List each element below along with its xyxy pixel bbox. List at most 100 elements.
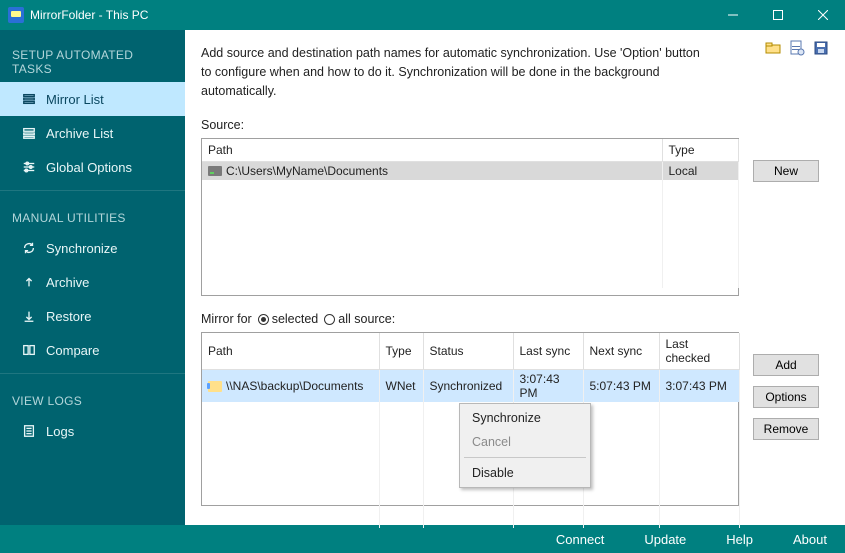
table-row[interactable] (202, 234, 738, 252)
description-text: Add source and destination path names fo… (201, 44, 711, 100)
compare-icon (22, 343, 46, 357)
radio-icon (324, 314, 335, 325)
app-icon (8, 7, 24, 23)
mirror-header-status[interactable]: Status (423, 333, 513, 370)
main-panel: Add source and destination path names fo… (185, 30, 845, 525)
close-icon (818, 10, 828, 20)
logs-icon (22, 424, 46, 438)
context-menu-cancel: Cancel (462, 430, 588, 454)
sidebar-item-synchronize[interactable]: Synchronize (0, 231, 185, 265)
sidebar-group-label: VIEW LOGS (0, 380, 185, 414)
status-connect[interactable]: Connect (556, 532, 604, 547)
mirror-status: Synchronized (423, 370, 513, 403)
status-about[interactable]: About (793, 532, 827, 547)
sidebar-group-label: MANUAL UTILITIES (0, 197, 185, 231)
context-menu: Synchronize Cancel Disable (459, 403, 591, 488)
network-folder-icon (208, 381, 222, 392)
save-icon[interactable] (813, 40, 829, 56)
source-label: Source: (201, 118, 829, 132)
sidebar-item-label: Mirror List (46, 92, 104, 107)
radio-all-label: all source: (338, 312, 395, 326)
sliders-icon (22, 160, 46, 174)
options-button[interactable]: Options (753, 386, 819, 408)
table-row[interactable] (202, 270, 738, 288)
source-row[interactable]: C:\Users\MyName\Documents Local (202, 162, 738, 181)
source-buttons: New (753, 160, 819, 182)
close-button[interactable] (800, 0, 845, 30)
archive-list-icon (22, 126, 46, 140)
mirror-type: WNet (379, 370, 423, 403)
source-type: Local (662, 162, 738, 181)
window-controls (710, 0, 845, 30)
sidebar-item-label: Synchronize (46, 241, 118, 256)
sidebar-separator (0, 373, 185, 374)
table-row[interactable] (202, 216, 738, 234)
mirror-path: \\NAS\backup\Documents (226, 379, 363, 393)
list-icon (22, 92, 46, 106)
properties-icon[interactable] (789, 40, 805, 56)
archive-up-icon (22, 275, 46, 289)
context-menu-synchronize[interactable]: Synchronize (462, 406, 588, 430)
context-menu-separator (464, 457, 586, 458)
sidebar-item-mirror-list[interactable]: Mirror List (0, 82, 185, 116)
sync-icon (22, 241, 46, 255)
radio-all-source[interactable]: all source: (324, 312, 395, 326)
add-button[interactable]: Add (753, 354, 819, 376)
source-table[interactable]: Path Type C:\Users\MyName\Documents Loca… (201, 138, 739, 296)
drive-icon (208, 166, 222, 176)
minimize-button[interactable] (710, 0, 755, 30)
sidebar-item-global-options[interactable]: Global Options (0, 150, 185, 184)
sidebar-item-archive-list[interactable]: Archive List (0, 116, 185, 150)
radio-selected-label: selected (272, 312, 319, 326)
mirror-header-last-sync[interactable]: Last sync (513, 333, 583, 370)
minimize-icon (728, 10, 738, 20)
sidebar-item-label: Archive (46, 275, 89, 290)
mirror-header-type[interactable]: Type (379, 333, 423, 370)
radio-icon (258, 314, 269, 325)
context-menu-disable[interactable]: Disable (462, 461, 588, 485)
maximize-button[interactable] (755, 0, 800, 30)
body: SETUP AUTOMATED TASKS Mirror List Archiv… (0, 30, 845, 525)
source-header-path[interactable]: Path (202, 139, 662, 162)
status-update[interactable]: Update (644, 532, 686, 547)
table-row[interactable] (202, 198, 738, 216)
remove-button[interactable]: Remove (753, 418, 819, 440)
sidebar-item-label: Archive List (46, 126, 113, 141)
table-row[interactable] (202, 252, 738, 270)
mirror-label-prefix: Mirror for (201, 312, 252, 326)
source-path: C:\Users\MyName\Documents (226, 164, 388, 178)
status-help[interactable]: Help (726, 532, 753, 547)
restore-down-icon (22, 309, 46, 323)
source-header-type[interactable]: Type (662, 139, 738, 162)
mirror-next-sync: 5:07:43 PM (583, 370, 659, 403)
sidebar-item-label: Restore (46, 309, 92, 324)
sidebar-item-restore[interactable]: Restore (0, 299, 185, 333)
sidebar: SETUP AUTOMATED TASKS Mirror List Archiv… (0, 30, 185, 525)
radio-selected[interactable]: selected (258, 312, 319, 326)
sidebar-item-label: Logs (46, 424, 74, 439)
window-title: MirrorFolder - This PC (30, 8, 148, 22)
maximize-icon (773, 10, 783, 20)
toolbar-icons (765, 40, 829, 56)
mirror-header-last-checked[interactable]: Last checked (659, 333, 739, 370)
status-bar: Connect Update Help About (0, 525, 845, 553)
mirror-last-sync: 3:07:43 PM (513, 370, 583, 403)
table-row[interactable] (202, 492, 739, 510)
sidebar-separator (0, 190, 185, 191)
new-button[interactable]: New (753, 160, 819, 182)
mirror-header-path[interactable]: Path (202, 333, 379, 370)
sidebar-item-label: Global Options (46, 160, 132, 175)
mirror-last-checked: 3:07:43 PM (659, 370, 739, 403)
mirror-row[interactable]: \\NAS\backup\Documents WNet Synchronized… (202, 370, 739, 403)
sidebar-item-label: Compare (46, 343, 99, 358)
table-row[interactable] (202, 510, 739, 528)
title-bar: MirrorFolder - This PC (0, 0, 845, 30)
sidebar-item-archive[interactable]: Archive (0, 265, 185, 299)
mirror-header-next-sync[interactable]: Next sync (583, 333, 659, 370)
mirror-buttons: Add Options Remove (753, 354, 819, 440)
sidebar-item-compare[interactable]: Compare (0, 333, 185, 367)
sidebar-group-label: SETUP AUTOMATED TASKS (0, 36, 185, 82)
table-row[interactable] (202, 180, 738, 198)
sidebar-item-logs[interactable]: Logs (0, 414, 185, 448)
folder-icon[interactable] (765, 40, 781, 56)
